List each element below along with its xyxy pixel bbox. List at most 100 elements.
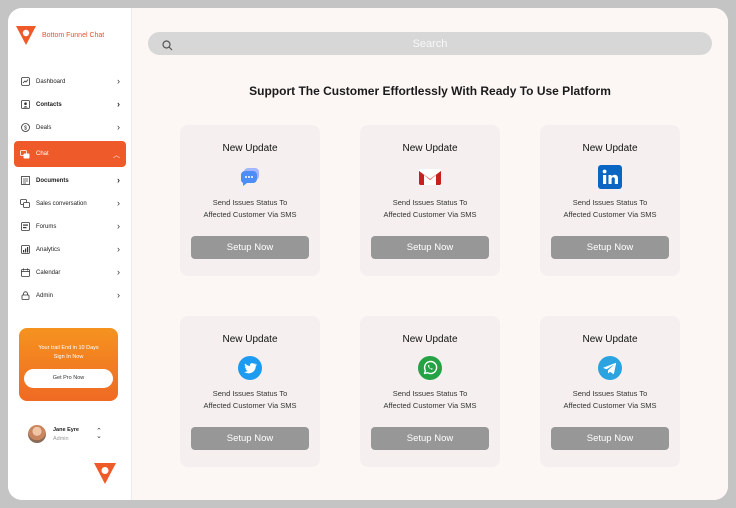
card-description: Send Issues Status To Affected Customer …: [540, 197, 680, 221]
get-pro-button[interactable]: Get Pro Now: [24, 369, 113, 388]
card-desc-line-2: Affected Customer Via SMS: [383, 401, 477, 410]
search-input[interactable]: [188, 32, 672, 55]
card-title: New Update: [582, 334, 638, 345]
card-desc-line-1: Send Issues Status To: [212, 198, 288, 207]
chevron-right-icon: ›: [117, 175, 120, 185]
chat-icon: [20, 149, 30, 159]
twitter-icon: [238, 356, 262, 380]
card-description: Send Issues Status To Affected Customer …: [180, 197, 320, 221]
sidebar-item-label: Documents: [36, 177, 69, 184]
sidebar-item-label: Chat: [36, 151, 49, 157]
promo-line-2: Sign In Now: [53, 354, 84, 360]
sidebar-item-analytics[interactable]: Analytics ›: [14, 238, 126, 261]
chevron-right-icon: ›: [117, 99, 120, 109]
integration-card-messenger: New Update Send Issues Status To Affecte…: [180, 125, 320, 276]
conversation-icon: [20, 199, 30, 209]
sidebar: Bottom Funnel Chat Dashboard › Contacts …: [8, 8, 132, 500]
page-headline: Support The Customer Effortlessly With R…: [249, 84, 611, 98]
card-desc-line-2: Affected Customer Via SMS: [203, 210, 297, 219]
contacts-icon: [20, 100, 30, 110]
sidebar-item-documents[interactable]: Documents ›: [14, 169, 126, 192]
user-profile[interactable]: Jane Eyre Admin: [28, 425, 79, 443]
card-title: New Update: [402, 334, 458, 345]
linkedin-icon: [598, 165, 622, 189]
logo-icon: [16, 26, 36, 45]
card-title: New Update: [582, 143, 638, 154]
integration-card-gmail: New Update Send Issues Status To Affecte…: [360, 125, 500, 276]
setup-now-button[interactable]: Setup Now: [371, 427, 489, 450]
card-description: Send Issues Status To Affected Customer …: [360, 197, 500, 221]
sidebar-item-label: Calendar: [36, 269, 61, 276]
search-bar[interactable]: [148, 32, 712, 55]
chevron-up-icon: ︿: [113, 152, 120, 159]
card-desc-line-1: Send Issues Status To: [212, 389, 288, 398]
setup-now-button[interactable]: Setup Now: [551, 427, 669, 450]
chevron-up-down-icon[interactable]: ⌃ ⌄: [96, 428, 102, 440]
search-icon: [162, 38, 173, 56]
bottom-logo: [94, 461, 116, 490]
setup-now-button[interactable]: Setup Now: [551, 236, 669, 259]
integration-card-whatsapp: New Update Send Issues Status To Affecte…: [360, 316, 500, 467]
sidebar-nav: Dashboard › Contacts › $ Deals › Chat ︿ …: [14, 70, 126, 307]
telegram-icon: [598, 356, 622, 380]
messenger-icon: [238, 165, 262, 189]
chevron-right-icon: ›: [117, 198, 120, 208]
card-description: Send Issues Status To Affected Customer …: [540, 388, 680, 412]
whatsapp-icon: [418, 356, 442, 380]
promo-line-1: Your trail End in 10 Days: [38, 345, 99, 351]
svg-text:$: $: [23, 126, 26, 132]
document-icon: [20, 176, 30, 186]
setup-now-button[interactable]: Setup Now: [191, 427, 309, 450]
gmail-icon: [418, 165, 442, 189]
sidebar-item-calendar[interactable]: Calendar ›: [14, 261, 126, 284]
dollar-icon: $: [20, 123, 30, 133]
forum-icon: [20, 222, 30, 232]
card-desc-line-1: Send Issues Status To: [572, 198, 648, 207]
integration-card-telegram: New Update Send Issues Status To Affecte…: [540, 316, 680, 467]
setup-now-button[interactable]: Setup Now: [191, 236, 309, 259]
logo-icon: [94, 463, 116, 484]
sidebar-item-sales-conversation[interactable]: Sales conversation ›: [14, 192, 126, 215]
admin-icon: [20, 291, 30, 301]
integration-card-linkedin: New Update Send Issues Status To Affecte…: [540, 125, 680, 276]
main-content: Support The Customer Effortlessly With R…: [132, 8, 728, 500]
chevron-right-icon: ›: [117, 76, 120, 86]
setup-now-button[interactable]: Setup Now: [371, 236, 489, 259]
card-desc-line-1: Send Issues Status To: [572, 389, 648, 398]
sidebar-item-label: Analytics: [36, 246, 61, 253]
card-desc-line-1: Send Issues Status To: [392, 198, 468, 207]
sidebar-item-label: Forums: [36, 223, 57, 230]
calendar-icon: [20, 268, 30, 278]
user-role: Admin: [53, 435, 69, 442]
card-description: Send Issues Status To Affected Customer …: [360, 388, 500, 412]
promo-text: Your trail End in 10 Days Sign In Now: [19, 344, 118, 362]
sidebar-item-label: Sales conversation: [36, 200, 87, 207]
integration-card-twitter: New Update Send Issues Status To Affecte…: [180, 316, 320, 467]
user-info: Jane Eyre Admin: [53, 427, 79, 442]
sidebar-item-contacts[interactable]: Contacts ›: [14, 93, 126, 116]
chevron-right-icon: ›: [117, 267, 120, 277]
card-desc-line-2: Affected Customer Via SMS: [563, 210, 657, 219]
card-description: Send Issues Status To Affected Customer …: [180, 388, 320, 412]
chevron-right-icon: ›: [117, 244, 120, 254]
sidebar-item-dashboard[interactable]: Dashboard ›: [14, 70, 126, 93]
card-desc-line-2: Affected Customer Via SMS: [383, 210, 477, 219]
analytics-icon: [20, 245, 30, 255]
card-title: New Update: [222, 334, 278, 345]
sidebar-item-admin[interactable]: Admin ›: [14, 284, 126, 307]
card-title: New Update: [402, 143, 458, 154]
sidebar-item-label: Dashboard: [36, 78, 66, 85]
sidebar-item-label: Admin: [36, 292, 54, 299]
chevron-right-icon: ›: [117, 290, 120, 300]
chart-icon: [20, 77, 30, 87]
sidebar-item-deals[interactable]: $ Deals ›: [14, 116, 126, 139]
sidebar-item-forums[interactable]: Forums ›: [14, 215, 126, 238]
sidebar-item-chat[interactable]: Chat ︿: [14, 141, 126, 167]
trial-promo-card: Your trail End in 10 Days Sign In Now Ge…: [19, 328, 118, 401]
card-desc-line-2: Affected Customer Via SMS: [203, 401, 297, 410]
sidebar-item-label: Deals: [36, 124, 52, 131]
avatar: [28, 425, 46, 443]
brand[interactable]: Bottom Funnel Chat: [16, 24, 104, 46]
card-title: New Update: [222, 143, 278, 154]
chevron-right-icon: ›: [117, 221, 120, 231]
